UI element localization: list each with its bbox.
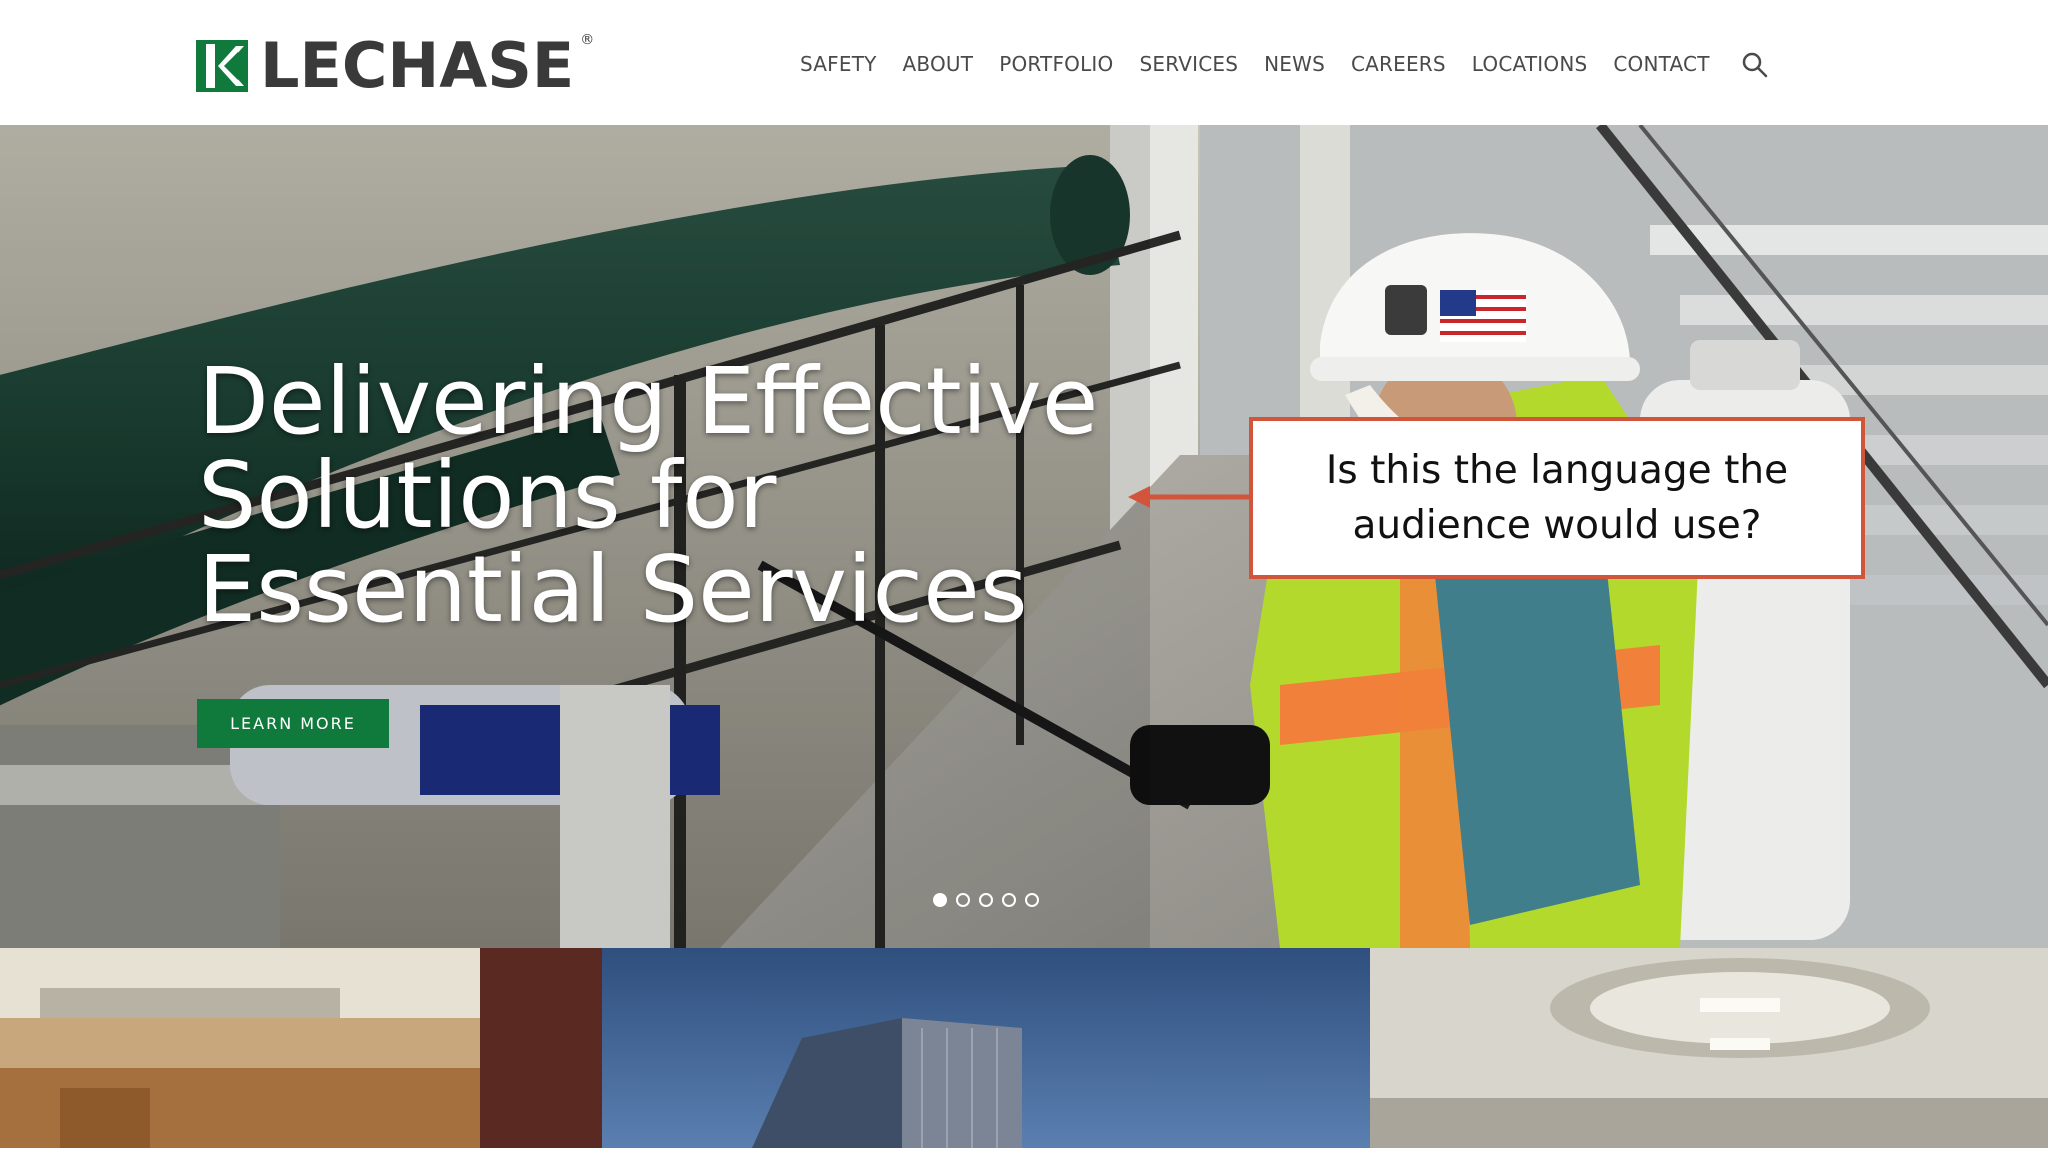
project-tile-image — [1370, 948, 2048, 1148]
project-tile[interactable] — [602, 948, 1370, 1148]
logo-text: LECHASE — [260, 29, 575, 102]
site-header: LECHASE ® SAFETY ABOUT PORTFOLIO SERVICE… — [0, 0, 2048, 125]
logo-registered-mark: ® — [580, 32, 595, 48]
hero-headline-line: Solutions for — [198, 442, 777, 549]
nav-about[interactable]: ABOUT — [903, 50, 974, 78]
slider-pagination — [933, 893, 1039, 907]
nav-news[interactable]: NEWS — [1264, 50, 1325, 78]
hero-headline-line: Delivering Effective — [198, 348, 1099, 455]
logo-wordmark: LECHASE ® — [260, 33, 594, 97]
slide-dot[interactable] — [1025, 893, 1039, 907]
hero-headline: Delivering Effective Solutions for Essen… — [198, 355, 1158, 637]
lechase-logo[interactable]: LECHASE ® — [196, 33, 594, 97]
project-tile-image — [0, 948, 602, 1148]
hero-headline-line: Essential Services — [198, 536, 1028, 643]
slide-dot-active[interactable] — [933, 893, 947, 907]
nav-locations[interactable]: LOCATIONS — [1472, 50, 1588, 78]
nav-careers[interactable]: CAREERS — [1351, 50, 1446, 78]
nav-services[interactable]: SERVICES — [1139, 50, 1238, 78]
slide-dot[interactable] — [1002, 893, 1016, 907]
callout-text-line: Is this the language the — [1325, 448, 1789, 493]
callout-arrow-icon — [1128, 486, 1252, 508]
lechase-logo-icon — [196, 40, 248, 92]
main-nav: SAFETY ABOUT PORTFOLIO SERVICES NEWS CAR… — [800, 50, 1736, 78]
nav-portfolio[interactable]: PORTFOLIO — [999, 50, 1113, 78]
project-tile-image — [602, 948, 1370, 1148]
nav-contact[interactable]: CONTACT — [1613, 50, 1709, 78]
search-icon[interactable] — [1740, 50, 1770, 80]
nav-safety[interactable]: SAFETY — [800, 50, 877, 78]
slide-dot[interactable] — [979, 893, 993, 907]
annotation-callout: Is this the language the audience would … — [1249, 417, 1865, 579]
project-tile[interactable] — [0, 948, 602, 1148]
project-tile[interactable] — [1370, 948, 2048, 1148]
callout-text-line: audience would use? — [1352, 503, 1762, 548]
slide-dot[interactable] — [956, 893, 970, 907]
learn-more-button[interactable]: LEARN MORE — [197, 699, 389, 748]
featured-projects-strip — [0, 948, 2048, 1152]
